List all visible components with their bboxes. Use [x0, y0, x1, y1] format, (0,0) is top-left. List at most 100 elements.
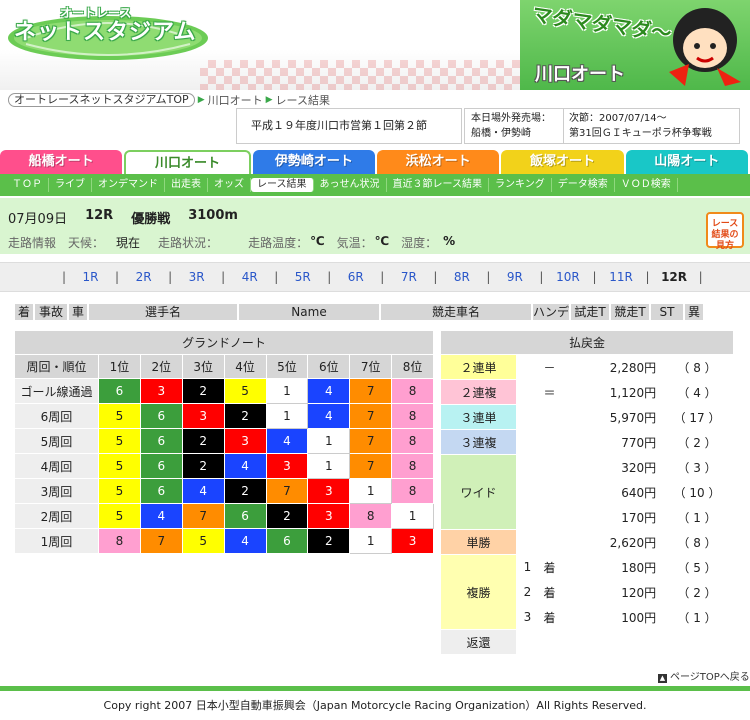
race-link[interactable]: 9R [492, 270, 537, 284]
empty-cell [560, 529, 583, 555]
race-link[interactable]: 5R [280, 270, 325, 284]
breadcrumb-top-link[interactable]: オートレースネットスタジアムTOP [8, 93, 195, 107]
subnav-item[interactable]: 出走表 [165, 178, 208, 192]
race-separator: | [433, 270, 438, 284]
bet-type-label: 複勝 [440, 554, 517, 630]
car-number-cell: 2 [265, 503, 309, 529]
car-number-cell: 6 [516, 354, 539, 380]
rider-column-header: Name [238, 303, 380, 321]
race-link[interactable]: 10R [545, 270, 590, 284]
race-link[interactable]: 8R [439, 270, 484, 284]
subnav-item[interactable]: ＶＯＤ検索 [615, 178, 678, 192]
grand-note-column-header: 7位 [349, 354, 393, 379]
car-number-cell: 3 [139, 378, 183, 404]
subnav-item[interactable]: レース結果 [251, 178, 314, 192]
race-number-bar: | 1R | 2R | 3R | 4R | 5R | 6R | 7R | 8R | 9R | 10R | 11R | 12R | [0, 262, 750, 292]
race-link[interactable]: 7R [386, 270, 431, 284]
race-number: 12R [85, 208, 114, 223]
subnav-item[interactable]: あっせん状況 [314, 178, 387, 192]
race-separator: | [168, 270, 173, 284]
rider-column-header: 異 [684, 303, 704, 321]
subnav-item[interactable]: 直近３節レース結果 [387, 178, 489, 192]
race-link[interactable]: 1R [68, 270, 113, 284]
race-separator: | [592, 270, 597, 284]
bet-type-label: ２連単 [440, 354, 517, 380]
table-row: ３連単 6 3 2 5,970円（ 17 ） [440, 404, 734, 430]
car-number-cell: 3 [391, 528, 434, 554]
finish-rank: 2 [516, 579, 539, 605]
race-link[interactable]: 2R [121, 270, 166, 284]
car-number-cell: 3 [538, 429, 561, 455]
venue-tab[interactable]: 川口オート [124, 150, 251, 174]
race-link[interactable]: 6R [333, 270, 378, 284]
subnav-item[interactable]: ランキング [489, 178, 552, 192]
popularity-rank: （ 2 ） [660, 579, 734, 605]
grand-note-column-header: 6位 [307, 354, 351, 379]
refund-value [516, 629, 734, 655]
popularity-rank: （ 17 ） [660, 404, 734, 430]
rider-column-header: 事故 [34, 303, 68, 321]
car-number-cell: 4 [307, 403, 351, 429]
payout-amount: 120円 [581, 579, 662, 605]
car-number-cell: 6 [560, 454, 583, 480]
car-number-cell: 1 [349, 528, 393, 554]
venue-tab[interactable]: 山陽オート [625, 150, 748, 174]
subnav-item[interactable]: ライブ [49, 178, 92, 192]
grand-note-body: ゴール線通過 6 3 2 5 1 4 7 8 6周回 5 6 3 2 1 4 7 8 5周回 5 6 2 3 4 1 7 8 4周回 5… [14, 378, 434, 554]
venue-tab[interactable]: 伊勢崎オート [252, 150, 375, 174]
next-meet-label: 次節：2007/07/14〜 [569, 113, 667, 124]
grand-note-column-header: 4位 [223, 354, 267, 379]
venue-tab[interactable]: 浜松オート [376, 150, 500, 174]
car-number-cell: 7 [349, 428, 393, 454]
table-row: 4周回 5 6 2 4 3 1 7 8 [14, 453, 434, 479]
car-number-cell: 7 [349, 403, 393, 429]
how-to-read-button[interactable]: レース結果の見方 [706, 212, 744, 251]
car-number-cell: 8 [391, 428, 434, 454]
humidity-label: 湿度： [401, 236, 438, 250]
car-number-cell: 6 [560, 429, 583, 455]
car-number-cell: 4 [181, 478, 225, 504]
car-number-cell: 2 [223, 403, 267, 429]
separator: － [538, 354, 561, 380]
car-number-cell: 5 [223, 378, 267, 404]
weather-label: 天候： [68, 236, 105, 250]
footer: Copy right 2007 日本小型自動車振興会（Japan Motorcy… [0, 686, 750, 720]
rider-column-header: 競走車名 [380, 303, 532, 321]
breadcrumb-venue-link[interactable]: 川口オート [208, 92, 263, 108]
lap-label: ゴール線通過 [14, 378, 99, 404]
rider-column-header: ハンデ [532, 303, 570, 321]
race-link[interactable]: 11R [599, 270, 644, 284]
race-link[interactable]: 3R [174, 270, 219, 284]
car-number-cell: 3 [560, 354, 583, 380]
race-summary: 07月09日 12R 優勝戦 3100m [8, 208, 256, 227]
venue-tab[interactable]: 船橋オート [0, 150, 123, 174]
subnav-item[interactable]: オンデマンド [92, 178, 165, 192]
subnav-item[interactable]: ＴＯＰ [6, 178, 49, 192]
race-separator: | [698, 270, 703, 284]
lap-label: 5周回 [14, 428, 99, 454]
subnav-item[interactable]: データ検索 [552, 178, 615, 192]
car-number-cell: 6 [139, 453, 183, 479]
subnav-item[interactable]: オッズ [208, 178, 251, 192]
popularity-rank: （ 8 ） [660, 354, 734, 380]
car-number-cell: 6 [560, 479, 583, 505]
breadcrumb-arrow-icon: ▶ [265, 95, 273, 105]
car-number-cell: 6 [98, 378, 141, 404]
race-link[interactable]: 4R [227, 270, 272, 284]
car-number-cell: 3 [560, 579, 583, 605]
table-row: 1周回 8 7 5 4 6 2 1 3 [14, 528, 434, 554]
table-row: ワイド 3 6 320円（ 3 ） [440, 454, 734, 530]
car-number-cell: 4 [265, 428, 309, 454]
car-number-cell: 2 [516, 429, 539, 455]
venue-tab[interactable]: 飯塚オート [501, 150, 624, 174]
popularity-rank: （ 1 ） [660, 604, 734, 630]
empty-cell [538, 504, 561, 530]
separator: ＝ [538, 379, 561, 405]
payout-amount: 2,620円 [581, 529, 662, 555]
page-top-link[interactable]: ▲ ページTOPへ戻る [658, 668, 750, 683]
car-number-cell: 2 [516, 479, 539, 505]
car-number-cell: 1 [265, 403, 309, 429]
car-number-cell: 2 [307, 528, 351, 554]
venue-title: 川口オート [535, 64, 625, 85]
car-number-cell: 3 [265, 453, 309, 479]
